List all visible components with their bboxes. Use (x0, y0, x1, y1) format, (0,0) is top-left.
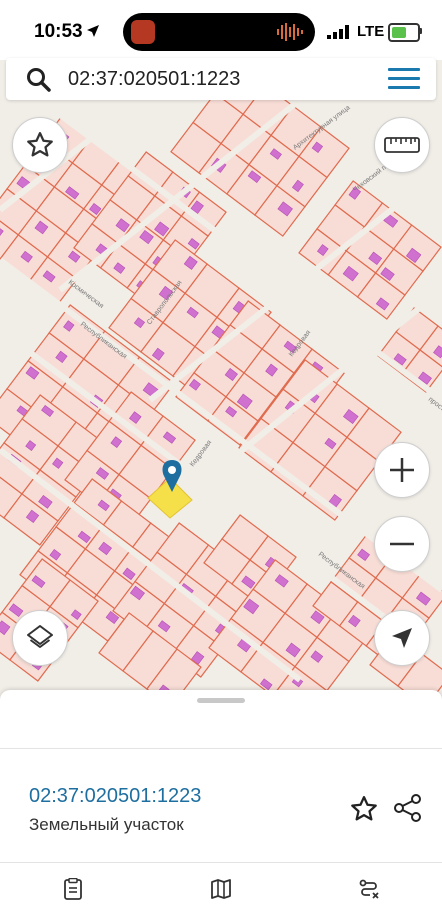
layers-icon (27, 625, 53, 648)
divider (0, 862, 442, 863)
parcel-type: Земельный участок (29, 815, 184, 834)
drag-handle[interactable] (197, 698, 245, 703)
clock: 10:53 (34, 21, 83, 42)
ruler-button[interactable] (374, 117, 430, 173)
battery-icon (388, 23, 420, 42)
parcel-info-panel[interactable]: 02:37:020501:1223 Земельный участок (0, 690, 442, 910)
search-input[interactable] (66, 67, 370, 92)
star-outline-icon[interactable] (349, 794, 379, 824)
search-icon[interactable] (26, 67, 52, 93)
minus-icon (390, 542, 414, 546)
now-playing-thumbnail (131, 20, 155, 44)
battery-tip (419, 28, 422, 34)
dynamic-island (123, 13, 315, 51)
audio-waveform-icon (277, 23, 303, 41)
status-bar: 10:53 LTE (0, 0, 442, 60)
favorites-button[interactable] (12, 117, 68, 173)
network-type: LTE (357, 23, 385, 40)
location-arrow-icon (87, 25, 99, 37)
share-icon[interactable] (393, 793, 423, 823)
zoom-in-button[interactable] (374, 442, 430, 498)
star-outline-icon (27, 132, 53, 157)
plus-icon (390, 458, 414, 482)
divider (0, 748, 442, 749)
signal-icon (327, 25, 349, 39)
route-icon[interactable] (358, 878, 380, 900)
locate-button[interactable] (374, 610, 430, 666)
zoom-out-button[interactable] (374, 516, 430, 572)
search-bar[interactable] (6, 58, 436, 100)
parcel-cadastral-number[interactable]: 02:37:020501:1223 (29, 785, 201, 808)
ruler-icon (384, 137, 420, 153)
navigation-arrow-icon (392, 628, 412, 648)
info-icon[interactable] (62, 878, 84, 900)
layers-button[interactable] (12, 610, 68, 666)
map-icon[interactable] (210, 878, 232, 900)
menu-icon[interactable] (388, 68, 420, 90)
